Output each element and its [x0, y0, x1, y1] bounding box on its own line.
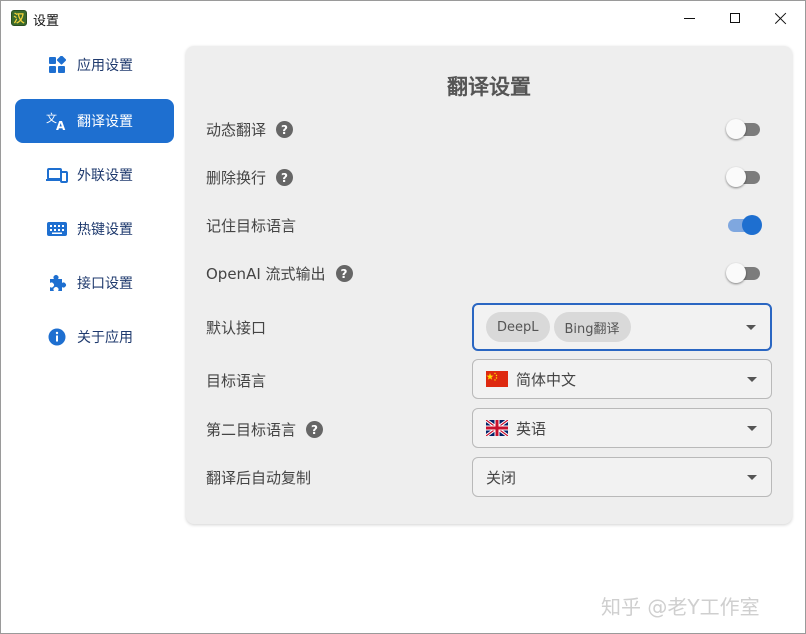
help-icon[interactable]: ? — [335, 265, 353, 282]
sidebar-item-app-settings[interactable]: 应用设置 — [15, 43, 174, 87]
sidebar-item-label: 外联设置 — [77, 168, 133, 184]
second-target-language-label: 第二目标语言 — [206, 421, 297, 439]
sidebar-item-label: 关于应用 — [77, 330, 133, 346]
remember-target-language-label: 记住目标语言 — [206, 217, 297, 235]
openai-stream-toggle[interactable] — [726, 261, 762, 285]
remove-linebreak-row: 删除换行 ? — [206, 167, 294, 188]
chevron-down-icon — [747, 426, 757, 431]
translate-settings-panel: 翻译设置 动态翻译 ? 删除换行 ? 记住目标语言 OpenAI 流式输出 ? — [186, 46, 792, 524]
sidebar-item-translate-settings[interactable]: 文A 翻译设置 — [15, 99, 174, 143]
target-language-value: 简体中文 — [516, 370, 577, 389]
close-button[interactable] — [758, 1, 804, 35]
devices-icon — [46, 164, 68, 186]
second-target-language-value: 英语 — [516, 419, 547, 438]
keyboard-icon — [46, 218, 68, 240]
remove-linebreak-label: 删除换行 — [206, 169, 267, 187]
puzzle-icon — [46, 272, 68, 294]
remove-linebreak-toggle[interactable] — [726, 165, 762, 189]
toggle-knob — [742, 215, 762, 235]
maximize-icon — [730, 13, 740, 23]
toggle-knob — [726, 263, 746, 283]
toggle-knob — [726, 119, 746, 139]
sidebar-item-label: 翻译设置 — [77, 114, 133, 130]
api-chip-bing[interactable]: Bing翻译 — [553, 312, 631, 342]
sidebar-item-external-settings[interactable]: 外联设置 — [15, 153, 174, 197]
apps-icon — [46, 54, 68, 76]
auto-copy-value: 关闭 — [486, 468, 517, 487]
default-api-select[interactable]: DeepL Bing翻译 — [472, 303, 772, 351]
help-icon[interactable]: ? — [276, 121, 294, 138]
sidebar-item-about[interactable]: 关于应用 — [15, 315, 174, 359]
svg-text:A: A — [56, 119, 66, 131]
cn-flag-icon — [486, 371, 508, 387]
chevron-down-icon — [747, 475, 757, 480]
watermark: 知乎 @老Y工作室 — [601, 595, 760, 619]
auto-copy-label: 翻译后自动复制 — [206, 469, 312, 487]
title-bar: 汉 设置 — [1, 1, 805, 35]
chevron-down-icon — [746, 325, 756, 330]
target-language-row: 目标语言 — [206, 370, 266, 391]
page-title: 翻译设置 — [447, 75, 531, 99]
help-icon[interactable]: ? — [276, 169, 294, 186]
app-logo-icon: 汉 — [11, 10, 27, 26]
default-api-row: 默认接口 — [206, 317, 266, 338]
remember-target-language-toggle[interactable] — [726, 213, 762, 237]
target-language-select[interactable]: 简体中文 — [472, 359, 772, 399]
sidebar-item-label: 应用设置 — [77, 58, 133, 74]
sidebar-item-api-settings[interactable]: 接口设置 — [15, 261, 174, 305]
dynamic-translate-label: 动态翻译 — [206, 121, 267, 139]
info-icon — [46, 326, 68, 348]
dynamic-translate-row: 动态翻译 ? — [206, 119, 294, 140]
translate-icon: 文A — [46, 110, 68, 132]
close-icon — [775, 12, 787, 24]
remember-target-language-row: 记住目标语言 — [206, 215, 296, 236]
sidebar-item-label: 接口设置 — [77, 276, 133, 292]
uk-flag-icon — [486, 420, 508, 436]
api-chip-deepl[interactable]: DeepL — [486, 312, 550, 342]
dynamic-translate-toggle[interactable] — [726, 117, 762, 141]
help-icon[interactable]: ? — [306, 421, 324, 438]
window-title: 设置 — [33, 14, 60, 29]
sidebar-item-hotkey-settings[interactable]: 热键设置 — [15, 207, 174, 251]
toggle-knob — [726, 167, 746, 187]
minimize-icon — [683, 17, 695, 19]
auto-copy-row: 翻译后自动复制 — [206, 467, 311, 488]
maximize-button[interactable] — [712, 1, 758, 35]
default-api-label: 默认接口 — [206, 319, 267, 337]
sidebar-item-label: 热键设置 — [77, 222, 133, 238]
settings-window: 汉 设置 应用设置 文A 翻译设置 外联设置 热键设置 接口设置 关于应用 翻译… — [0, 0, 806, 634]
chevron-down-icon — [747, 377, 757, 382]
minimize-button[interactable] — [666, 1, 712, 35]
auto-copy-select[interactable]: 关闭 — [472, 457, 772, 497]
second-target-language-select[interactable]: 英语 — [472, 408, 772, 448]
second-target-language-row: 第二目标语言 ? — [206, 419, 324, 440]
target-language-label: 目标语言 — [206, 372, 267, 390]
openai-stream-row: OpenAI 流式输出 ? — [206, 263, 353, 284]
openai-stream-label: OpenAI 流式输出 — [206, 265, 326, 283]
